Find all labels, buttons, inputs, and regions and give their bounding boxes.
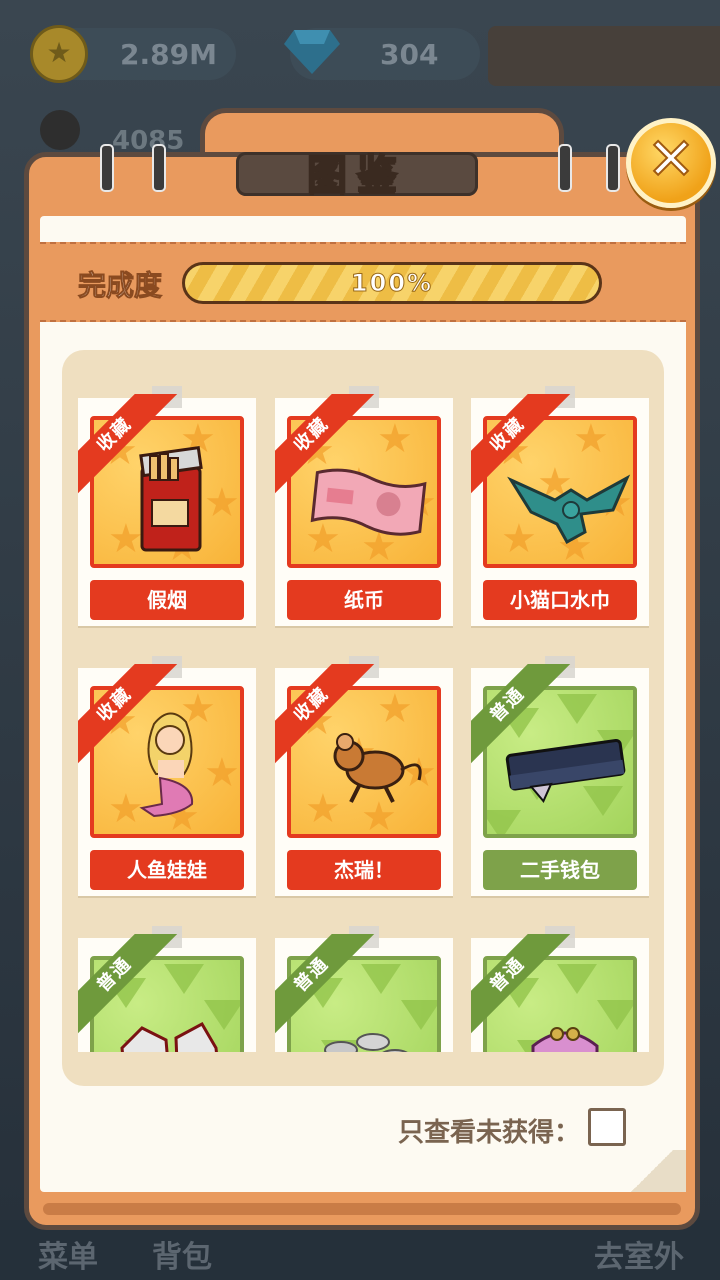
close-button[interactable]: ✕	[626, 118, 716, 208]
rarity-ribbon: 普通	[471, 664, 571, 764]
binder-ring	[558, 144, 572, 192]
rarity-label: 收藏	[78, 394, 178, 494]
coin-count: 2.89M	[120, 38, 217, 71]
unobtained-only-checkbox[interactable]	[588, 1108, 626, 1146]
rarity-ribbon: 普通	[471, 934, 571, 1034]
rarity-label: 收藏	[78, 664, 178, 764]
rarity-label: 收藏	[275, 664, 375, 764]
hud-panel	[488, 26, 720, 86]
rarity-label: 普通	[471, 934, 571, 1034]
dialog-title: 图鉴	[306, 151, 407, 199]
rarity-label: 普通	[78, 934, 178, 1034]
item-name: 假烟	[90, 580, 244, 620]
item-card[interactable]: 普通	[471, 926, 649, 1052]
rarity-label: 收藏	[471, 394, 571, 494]
filter-label: 只查看未获得：	[398, 1118, 581, 1148]
item-card[interactable]: 二手钱包 普通	[471, 656, 649, 896]
rarity-label: 普通	[471, 664, 571, 764]
rarity-ribbon: 收藏	[275, 664, 375, 764]
item-card[interactable]: 普通	[275, 926, 453, 1052]
item-name: 纸币	[287, 580, 441, 620]
item-name: 二手钱包	[483, 850, 637, 890]
rarity-ribbon: 普通	[78, 934, 178, 1034]
rarity-label: 普通	[275, 934, 375, 1034]
coin-icon	[30, 25, 88, 83]
gem-count: 304	[380, 38, 439, 71]
progress-text: 100%	[350, 269, 434, 298]
item-name: 杰瑞！	[287, 850, 441, 890]
menu-button: 菜单	[38, 1240, 98, 1275]
rarity-ribbon: 收藏	[78, 664, 178, 764]
close-icon: ✕	[646, 124, 697, 194]
item-card[interactable]: ★★★★★★人鱼娃娃收藏	[78, 656, 256, 896]
rarity-ribbon: 收藏	[471, 394, 571, 494]
progress-bar: 100%	[182, 262, 602, 304]
gem-icon	[284, 30, 340, 74]
outdoor-button: 去室外	[594, 1240, 684, 1275]
progress-label: 完成度	[77, 269, 163, 303]
item-card[interactable]: ★★★★★★杰瑞！收藏	[275, 656, 453, 896]
frame-shade	[43, 1203, 681, 1215]
bag-button: 背包	[152, 1240, 212, 1275]
item-card[interactable]: 普通	[78, 926, 256, 1052]
binder-ring	[100, 144, 114, 192]
binder-ring	[152, 144, 166, 192]
page-fold	[618, 1150, 686, 1192]
binder-ring	[606, 144, 620, 192]
item-name: 人鱼娃娃	[90, 850, 244, 890]
item-card[interactable]: ★★★★★★纸币收藏	[275, 386, 453, 626]
rarity-ribbon: 收藏	[78, 394, 178, 494]
rarity-ribbon: 收藏	[275, 394, 375, 494]
hud-topbar: 2.89M 304	[0, 0, 720, 110]
item-card[interactable]: ★★★★★★小猫口水巾收藏	[471, 386, 649, 626]
rarity-ribbon: 普通	[275, 934, 375, 1034]
item-name: 小猫口水巾	[483, 580, 637, 620]
item-card[interactable]: ★★★★★★假烟收藏	[78, 386, 256, 626]
item-grid[interactable]: ★★★★★★假烟收藏★★★★★★纸币收藏★★★★★★小猫口水巾收藏★★★★★★人…	[62, 362, 664, 1052]
rarity-label: 收藏	[275, 394, 375, 494]
